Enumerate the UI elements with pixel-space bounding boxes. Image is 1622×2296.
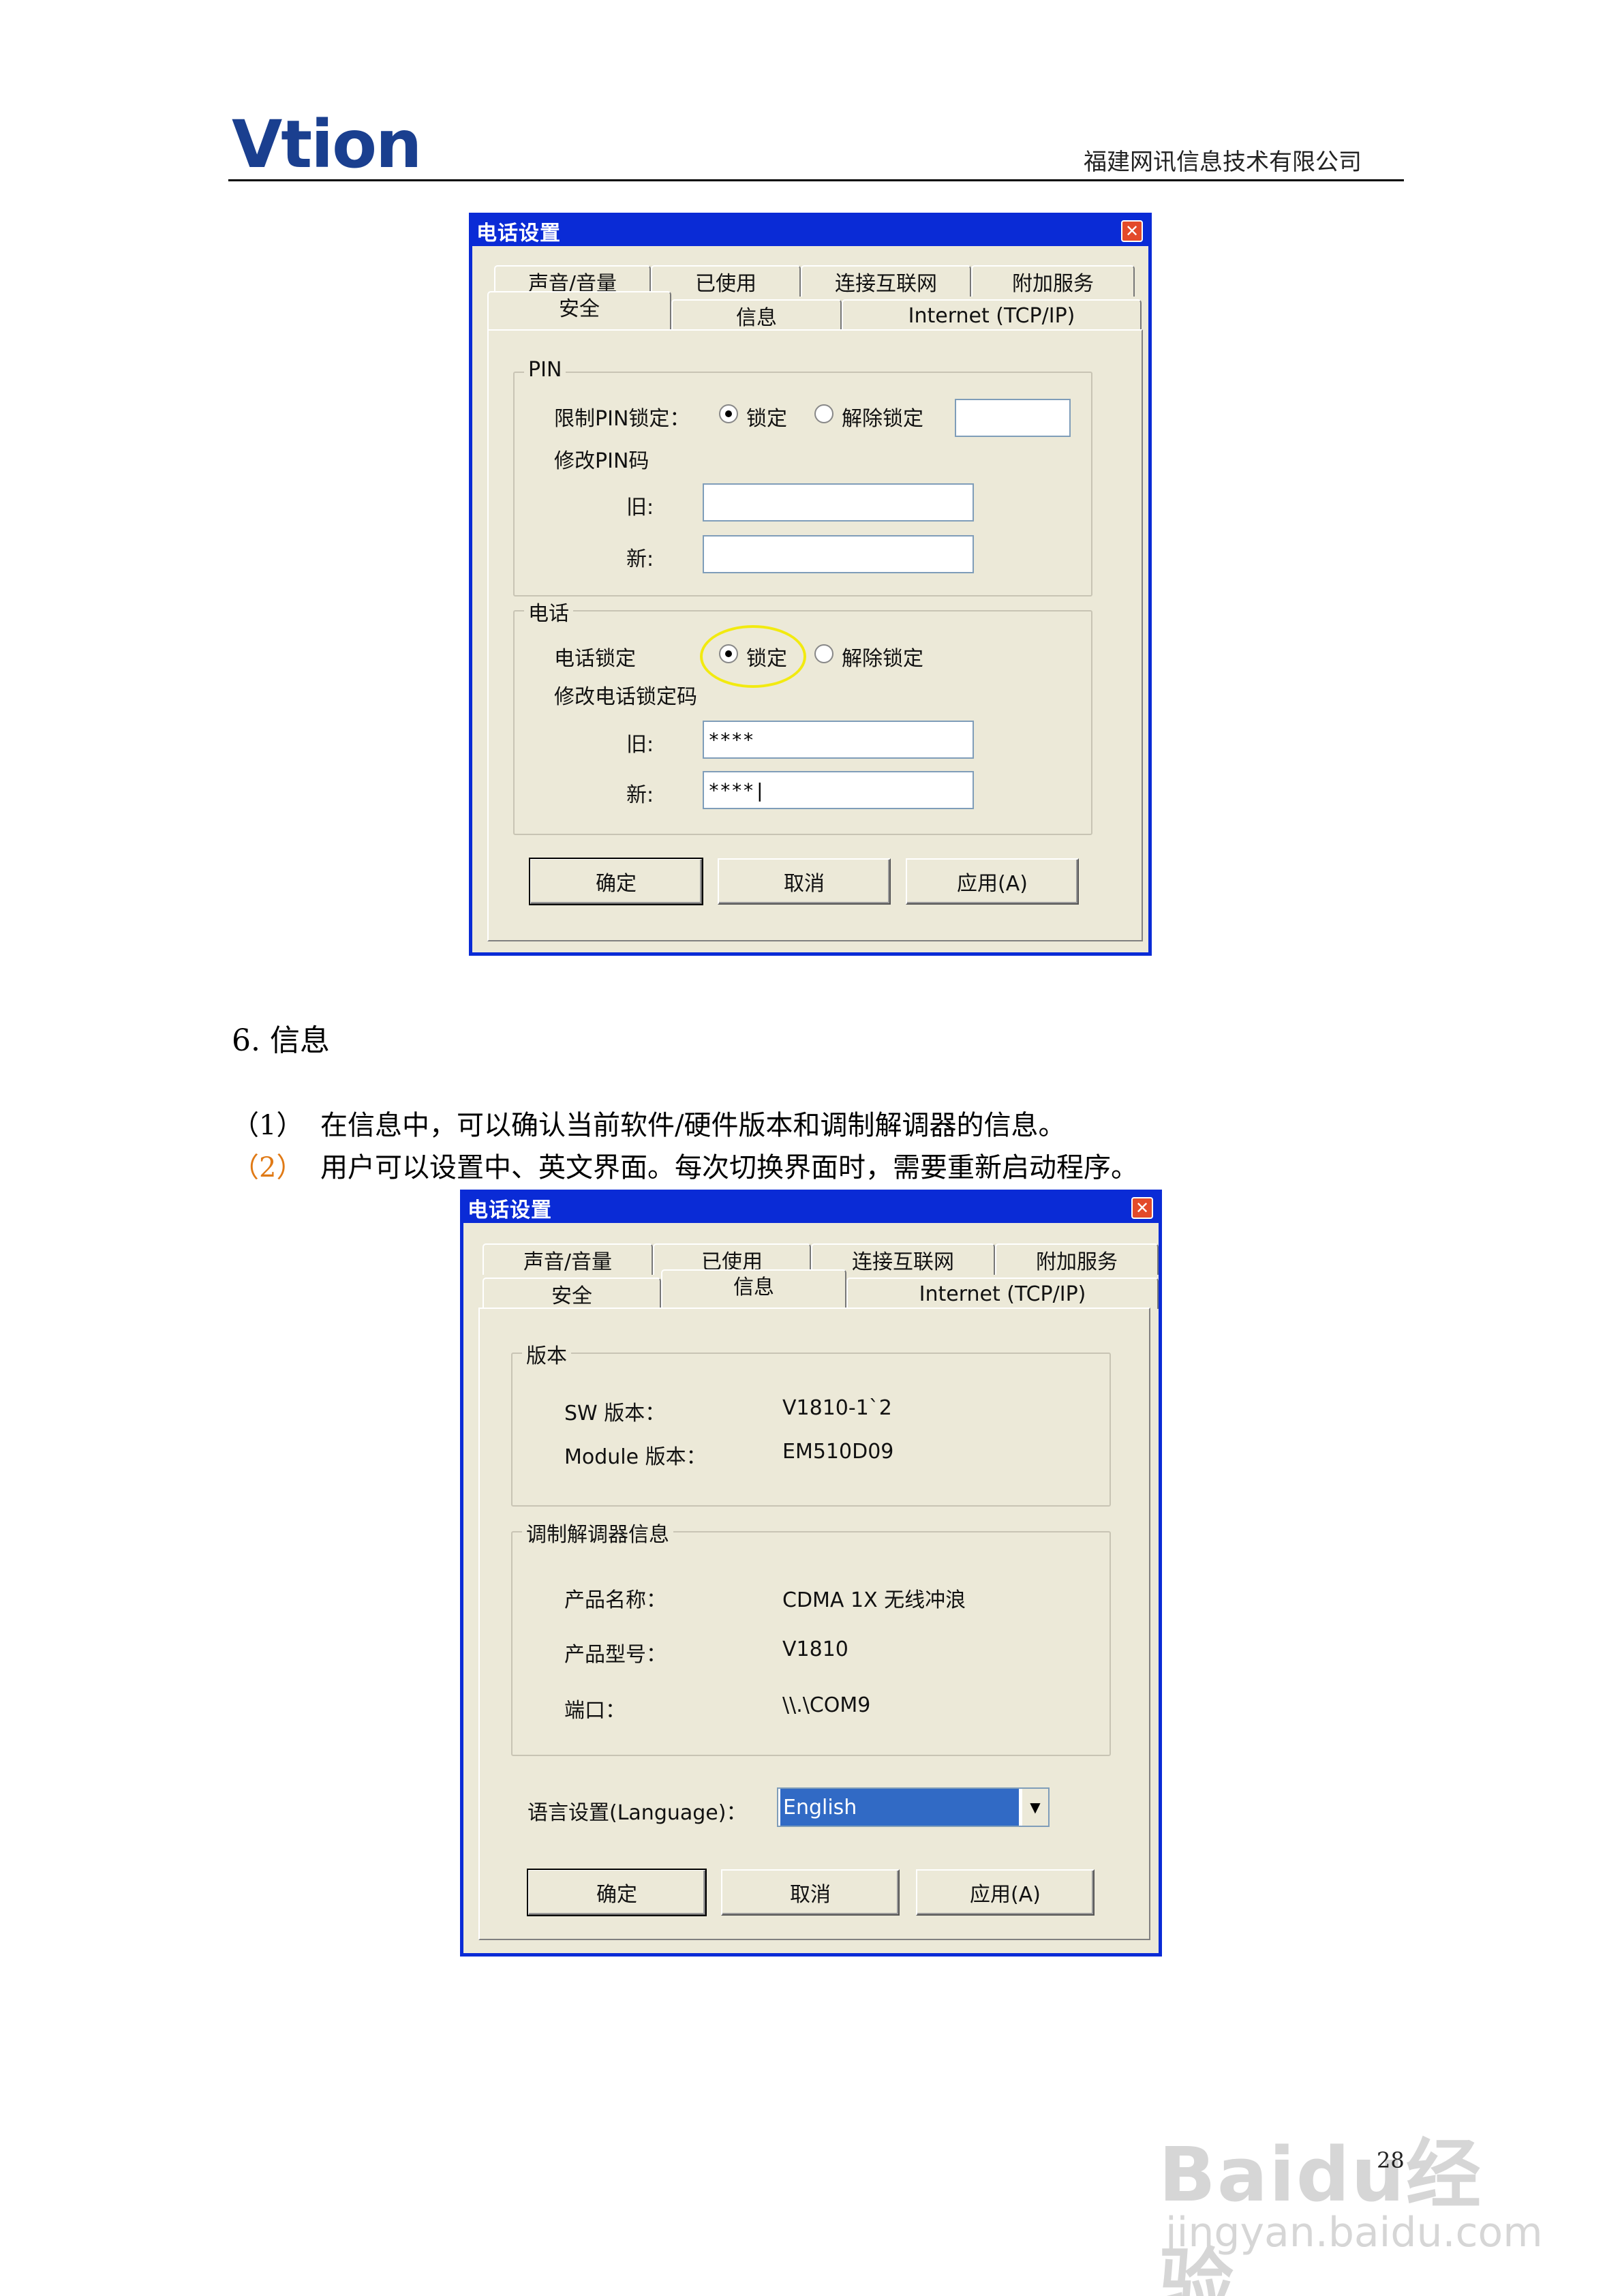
pin-restrict-label: 限制PIN锁定： — [554, 407, 690, 431]
phone-change-label: 修改电话锁定码 — [554, 685, 697, 709]
language-select-value: English — [780, 1789, 1019, 1826]
phone-lock-main-label: 电话锁定 — [554, 647, 636, 671]
chevron-down-icon[interactable]: ▼ — [1021, 1789, 1048, 1826]
tab-internet-connect[interactable]: 连接互联网 — [801, 265, 971, 297]
close-icon[interactable]: ✕ — [1131, 1197, 1153, 1219]
tab-security[interactable]: 安全 — [483, 1278, 661, 1309]
item-1-number: （1） — [232, 1110, 304, 1141]
product-model-value: V1810 — [782, 1637, 848, 1661]
modem-info-group: 调制解调器信息 产品名称： CDMA 1X 无线冲浪 产品型号： V1810 端… — [511, 1517, 1111, 1756]
tab-used[interactable]: 已使用 — [651, 265, 801, 297]
port-label: 端口： — [564, 1699, 626, 1723]
pin-unlock-label: 解除锁定 — [842, 407, 923, 431]
ok-button[interactable]: 确定 — [527, 1869, 707, 1916]
item-2-number: （2） — [232, 1152, 304, 1183]
pin-old-label: 旧: — [626, 496, 654, 519]
version-group: 版本 SW 版本： V1810-1`2 Module 版本： EM510D09 — [511, 1339, 1111, 1507]
phone-lock-radio[interactable] — [719, 644, 738, 663]
product-model-label: 产品型号： — [564, 1643, 667, 1667]
dialog-titlebar: 电话设置 ✕ — [463, 1193, 1159, 1223]
tab-extra-services[interactable]: 附加服务 — [995, 1243, 1159, 1275]
phone-lock-group: 电话 电话锁定 锁定 解除锁定 修改电话锁定码 旧: **** 新: ****| — [513, 596, 1092, 835]
phone-new-field[interactable]: ****| — [703, 771, 974, 809]
language-select[interactable]: English ▼ — [777, 1787, 1050, 1827]
pin-lock-radio[interactable] — [719, 404, 738, 423]
phone-new-label: 新: — [626, 783, 654, 807]
version-group-legend: 版本 — [522, 1339, 571, 1369]
phone-old-field[interactable]: **** — [703, 721, 974, 759]
modem-group-legend: 调制解调器信息 — [522, 1517, 673, 1547]
pin-lock-label: 锁定 — [746, 407, 787, 431]
phone-group-legend: 电话 — [524, 596, 573, 626]
ok-button[interactable]: 确定 — [529, 858, 703, 905]
module-version-value: EM510D09 — [782, 1440, 894, 1464]
pin-group-legend: PIN — [524, 358, 566, 382]
phone-settings-dialog-security: 电话设置 ✕ 声音/音量 已使用 连接互联网 附加服务 安全 信息 Intern… — [469, 213, 1152, 956]
pin-entry-field[interactable] — [955, 399, 1071, 437]
apply-button[interactable]: 应用(A) — [906, 858, 1079, 905]
page-number: 28 — [1377, 2147, 1405, 2173]
tab-extra-services[interactable]: 附加服务 — [971, 265, 1135, 297]
port-value: \\.\COM9 — [782, 1693, 871, 1717]
cancel-button[interactable]: 取消 — [718, 858, 891, 905]
close-icon[interactable]: ✕ — [1121, 220, 1143, 242]
watermark-brand: Baidu经验 — [1159, 2131, 1482, 2296]
sw-version-label: SW 版本： — [564, 1402, 666, 1425]
logo-text: Vtion — [232, 106, 422, 183]
tab-info[interactable]: 信息 — [671, 299, 842, 331]
dialog-title: 电话设置 — [476, 222, 561, 245]
product-name-value: CDMA 1X 无线冲浪 — [782, 1588, 966, 1612]
tab-panel: PIN 限制PIN锁定： 锁定 解除锁定 修改PIN码 旧: 新: 电话 电话锁… — [487, 329, 1143, 941]
baidu-watermark: Baidu经验 jingyan.baidu.com — [1159, 2059, 1543, 2296]
item-2-text: 用户可以设置中、英文界面。每次切换界面时，需要重新启动程序。 — [320, 1152, 1138, 1183]
header-rule — [228, 179, 1404, 181]
tab-panel: 版本 SW 版本： V1810-1`2 Module 版本： EM510D09 … — [478, 1308, 1150, 1940]
tab-internet-tcpip[interactable]: Internet (TCP/IP) — [846, 1278, 1159, 1309]
module-version-label: Module 版本： — [564, 1445, 707, 1469]
item-1-text: 在信息中，可以确认当前软件/硬件版本和调制解调器的信息。 — [320, 1110, 1066, 1141]
cancel-button[interactable]: 取消 — [721, 1869, 900, 1916]
dialog-title: 电话设置 — [468, 1198, 552, 1222]
tab-sound-volume[interactable]: 声音/音量 — [483, 1243, 653, 1275]
pin-unlock-radio[interactable] — [814, 404, 833, 423]
phone-unlock-label: 解除锁定 — [842, 647, 923, 671]
sw-version-value: V1810-1`2 — [782, 1396, 892, 1420]
company-name: 福建网讯信息技术有限公司 — [1084, 149, 1362, 176]
product-name-label: 产品名称： — [564, 1588, 667, 1612]
pin-group: PIN 限制PIN锁定： 锁定 解除锁定 修改PIN码 旧: 新: — [513, 358, 1092, 596]
watermark-url: jingyan.baidu.com — [1165, 2209, 1543, 2256]
paragraph-2: （2） 用户可以设置中、英文界面。每次切换界面时，需要重新启动程序。 — [232, 1145, 1138, 1185]
pin-old-field[interactable] — [703, 483, 974, 522]
pin-new-label: 新: — [626, 547, 654, 571]
section-heading: 6. 信息 — [232, 1023, 330, 1058]
tab-security[interactable]: 安全 — [487, 291, 671, 329]
phone-settings-dialog-info: 电话设置 ✕ 声音/音量 已使用 连接互联网 附加服务 安全 信息 Intern… — [460, 1190, 1162, 1957]
pin-change-label: 修改PIN码 — [554, 449, 649, 473]
paragraph-1: （1） 在信息中，可以确认当前软件/硬件版本和调制解调器的信息。 — [232, 1103, 1065, 1143]
tab-internet-tcpip[interactable]: Internet (TCP/IP) — [842, 299, 1142, 331]
pin-new-field[interactable] — [703, 535, 974, 573]
dialog-titlebar: 电话设置 ✕ — [472, 216, 1148, 246]
phone-lock-label: 锁定 — [746, 647, 787, 671]
language-label: 语言设置(Language)： — [527, 1801, 747, 1825]
apply-button[interactable]: 应用(A) — [916, 1869, 1095, 1916]
phone-unlock-radio[interactable] — [814, 644, 833, 663]
tab-info[interactable]: 信息 — [661, 1269, 846, 1308]
phone-old-label: 旧: — [626, 733, 654, 757]
vtion-logo: Vtion — [232, 106, 422, 183]
